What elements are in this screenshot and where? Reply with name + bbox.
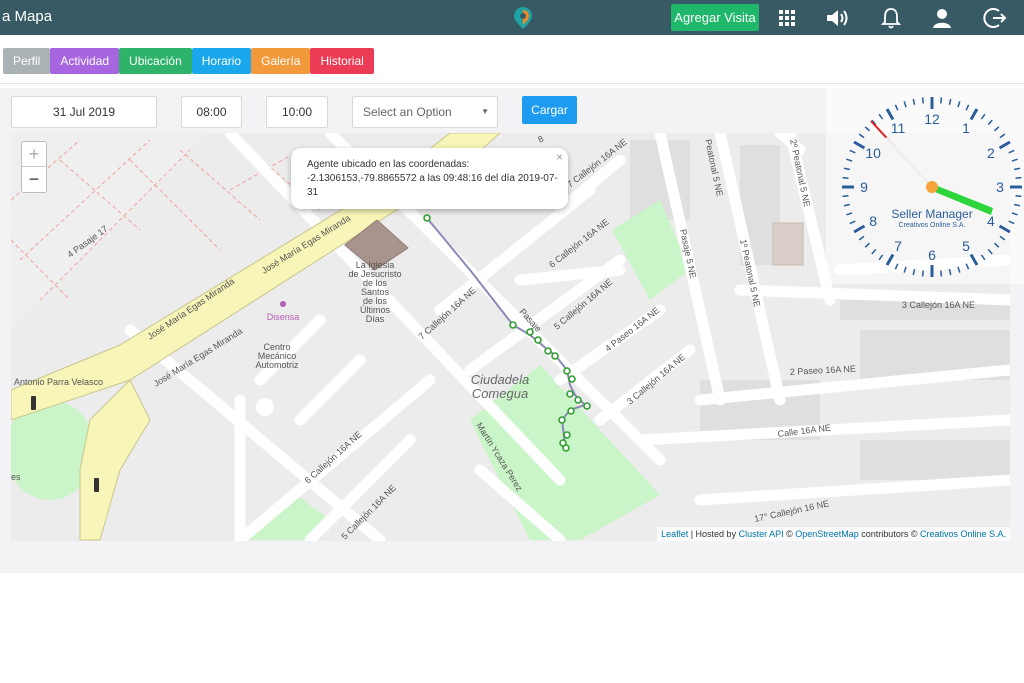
clock-number: 3 — [996, 179, 1004, 195]
zoom-control: + − — [21, 141, 47, 193]
clock-number: 6 — [928, 247, 936, 263]
clock-number: 5 — [962, 238, 970, 254]
attribution-copy: © — [783, 529, 796, 539]
page-title: a Mapa — [2, 8, 53, 25]
top-bar: a Mapa Agregar Visita — [0, 0, 1024, 35]
logout-icon[interactable] — [982, 5, 1008, 31]
close-icon[interactable]: × — [556, 150, 563, 164]
clock-number: 10 — [865, 145, 881, 161]
osm-link[interactable]: OpenStreetMap — [795, 529, 859, 539]
select-placeholder: Select an Option — [363, 105, 452, 119]
add-visit-button[interactable]: Agregar Visita — [671, 4, 759, 31]
street-c3-2: 3 Callejón 16A NE — [902, 300, 975, 310]
tab-galeria[interactable]: Galería — [251, 48, 311, 74]
location-logo-icon — [514, 7, 532, 29]
divider — [0, 83, 1024, 84]
map-label-disensa: Disensa — [267, 312, 300, 322]
tab-perfil[interactable]: Perfil — [3, 48, 51, 74]
clock-number: 12 — [924, 111, 940, 127]
attribution-contributors: contributors © — [858, 529, 920, 539]
option-select[interactable]: Select an Option ▼ — [352, 96, 498, 128]
zoom-out-button[interactable]: − — [22, 167, 46, 192]
tab-actividad[interactable]: Actividad — [50, 48, 120, 74]
clock-number: 11 — [891, 120, 906, 136]
volume-icon[interactable] — [824, 5, 850, 31]
time-to-input[interactable]: 10:00 — [266, 96, 328, 128]
popup-line-1: Agente ubicado en las coordenadas: — [307, 159, 470, 170]
clock-brand: Seller Manager — [891, 207, 972, 221]
clock-company: Creativos Online S.A. — [899, 222, 966, 229]
load-button[interactable]: Cargar — [522, 96, 577, 124]
tab-ubicacion[interactable]: Ubicación — [119, 48, 192, 74]
attribution-hosted: | Hosted by — [688, 529, 739, 539]
clock-number: 7 — [894, 238, 902, 254]
location-popup: × Agente ubicado en las coordenadas: -2.… — [291, 148, 568, 209]
time-from-input[interactable]: 08:00 — [181, 96, 242, 128]
date-input[interactable]: 31 Jul 2019 — [11, 96, 157, 128]
street-antonio: Antonio Parra Velasco — [14, 377, 103, 387]
cluster-api-link[interactable]: Cluster API — [739, 529, 784, 539]
chevron-down-icon: ▼ — [481, 107, 489, 116]
analog-clock: 121234567891011 Seller Manager Creativos… — [826, 88, 1024, 284]
map-label-ciudadela: Ciudadela Comegua — [471, 372, 530, 401]
apps-grid-icon[interactable] — [774, 5, 800, 31]
leaflet-link[interactable]: Leaflet — [661, 529, 688, 539]
profile-tabs: Perfil Actividad Ubicación Horario Galer… — [3, 48, 374, 74]
user-icon[interactable] — [929, 5, 955, 31]
clock-number: 1 — [962, 120, 970, 136]
clock-center — [926, 181, 938, 193]
filters-bar: 31 Jul 2019 08:00 10:00 Select an Option… — [0, 88, 826, 132]
map-attribution: Leaflet | Hosted by Cluster API © OpenSt… — [657, 527, 1010, 541]
map-label-es: es — [11, 472, 21, 482]
zoom-in-button[interactable]: + — [22, 142, 46, 167]
clock-number: 8 — [869, 213, 877, 229]
tab-horario[interactable]: Horario — [191, 48, 252, 74]
clock-number: 4 — [987, 213, 995, 229]
creativos-link[interactable]: Creativos Online S.A. — [920, 529, 1006, 539]
clock-number: 2 — [987, 145, 995, 161]
popup-line-2: -2.1306153,-79.8865572 a las 09:48:16 de… — [307, 173, 558, 198]
bell-icon[interactable] — [878, 5, 904, 31]
tab-historial[interactable]: Historial — [310, 48, 374, 74]
clock-number: 9 — [860, 179, 868, 195]
